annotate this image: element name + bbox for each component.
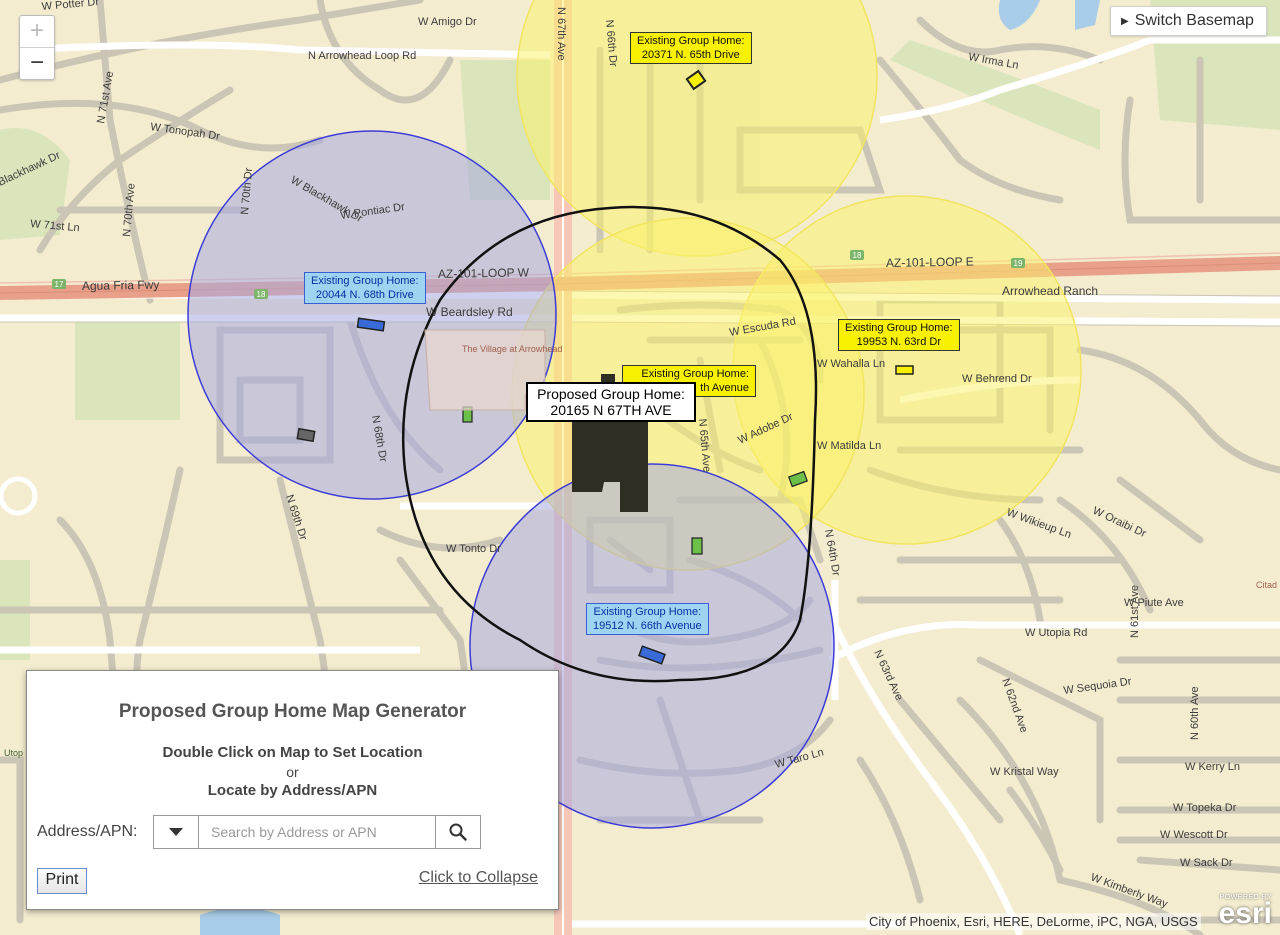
search-source-dropdown[interactable] <box>154 816 199 848</box>
existing-home-heading: Existing Group Home: <box>637 35 745 47</box>
existing-home-label[interactable]: Existing Group Home: 20044 N. 68th Drive <box>304 272 426 304</box>
street-label: W Kerry Ln <box>1185 761 1240 773</box>
street-label: N 61st Ave <box>1129 585 1141 638</box>
search-button[interactable] <box>435 816 480 848</box>
esri-logo[interactable]: POWERED BY esri <box>1212 893 1274 931</box>
existing-home-heading: Existing Group Home: <box>593 606 702 618</box>
existing-home-address: 19953 N. 63rd Dr <box>856 336 941 348</box>
proposed-home-heading: Proposed Group Home: <box>537 386 685 402</box>
street-label: W Matilda Ln <box>817 440 881 452</box>
existing-home-heading: Existing Group Home: <box>311 275 419 287</box>
proposed-home-address: 20165 N 67TH AVE <box>550 402 672 418</box>
switch-basemap-label: Switch Basemap <box>1134 12 1254 29</box>
proposed-home-label[interactable]: Proposed Group Home: 20165 N 67TH AVE <box>526 382 696 422</box>
svg-text:19: 19 <box>1014 259 1023 268</box>
panel-title: Proposed Group Home Map Generator <box>118 701 467 722</box>
street-label: N Arrowhead Loop Rd <box>308 50 416 62</box>
street-label: W Beardsley Rd <box>426 305 513 319</box>
street-label: N 67th Ave <box>555 7 567 61</box>
street-label: Agua Fria Fwy <box>82 278 160 293</box>
existing-home-heading: Existing Group Home: <box>845 322 953 334</box>
street-label: The Village at Arrowhead <box>462 344 562 354</box>
triangle-right-icon: ▶ <box>1121 15 1129 27</box>
zoom-out-button[interactable]: − <box>20 47 54 79</box>
street-label: W Wescott Dr <box>1160 829 1228 841</box>
street-label: W Tonto Dr <box>446 543 501 555</box>
zoom-control: + − <box>19 15 55 80</box>
collapse-link[interactable]: Click to Collapse <box>419 869 538 887</box>
address-search-box <box>153 815 481 849</box>
instruction-double-click: Double Click on Map to Set Location <box>162 744 423 761</box>
caret-down-icon <box>169 828 183 836</box>
instruction-or: or <box>286 764 299 780</box>
svg-text:18: 18 <box>257 290 266 299</box>
street-label: W Topeka Dr <box>1173 802 1237 814</box>
street-label: W Amigo Dr <box>418 16 477 28</box>
street-label: W Kristal Way <box>990 766 1059 778</box>
street-label: AZ-101-LOOP W <box>438 265 530 281</box>
existing-home-heading: Existing Group Home: <box>641 368 749 380</box>
existing-home-address: 20371 N. 65th Drive <box>641 49 740 61</box>
search-icon <box>449 823 467 841</box>
street-label: W Wahalla Ln <box>817 358 885 370</box>
svg-text:17: 17 <box>55 280 64 289</box>
switch-basemap-button[interactable]: ▶ Switch Basemap <box>1110 6 1267 36</box>
street-label: W Behrend Dr <box>962 373 1032 385</box>
street-label: Arrowhead Ranch <box>1002 284 1098 298</box>
map-attribution: City of Phoenix, Esri, HERE, DeLorme, iP… <box>866 913 1201 930</box>
address-apn-label: Address/APN: <box>37 823 138 840</box>
street-label: AZ-101-LOOP E <box>886 254 974 270</box>
roundabout <box>0 476 38 516</box>
existing-home-address: 20044 N. 68th Drive <box>315 289 414 301</box>
instruction-locate: Locate by Address/APN <box>207 782 378 799</box>
print-button[interactable]: Print <box>37 868 87 894</box>
zoom-in-button[interactable]: + <box>20 16 54 47</box>
esri-wordmark: esri <box>1218 897 1272 930</box>
existing-home-label[interactable]: Existing Group Home: 20371 N. 65th Drive <box>630 32 752 64</box>
street-label: N 60th Ave <box>1189 686 1201 740</box>
street-label: W Utopia Rd <box>1025 627 1087 639</box>
map-generator-panel: Proposed Group Home Map Generator Double… <box>26 670 559 910</box>
street-label: Citad Pla <box>1256 580 1280 590</box>
street-label: W Sack Dr <box>1180 857 1233 869</box>
existing-home-label[interactable]: Existing Group Home: 19953 N. 63rd Dr <box>838 319 960 351</box>
address-search-input[interactable] <box>199 816 435 848</box>
existing-home-address: 19512 N. 66th Avenue <box>593 620 702 632</box>
existing-home-label[interactable]: Existing Group Home: 19512 N. 66th Avenu… <box>586 603 709 635</box>
svg-text:18: 18 <box>853 251 862 260</box>
